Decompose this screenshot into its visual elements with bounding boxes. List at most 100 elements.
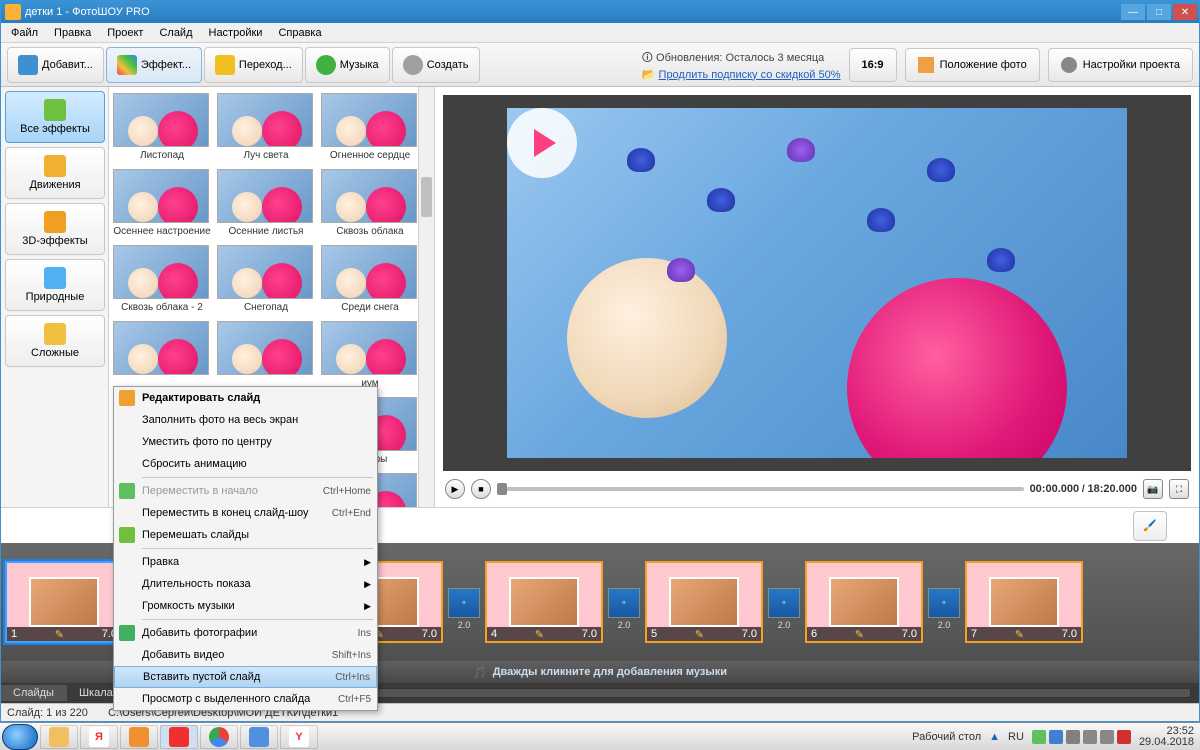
camera-icon — [18, 55, 38, 75]
fullscreen-button[interactable]: ⛶ — [1169, 479, 1189, 499]
ctx-item[interactable]: Громкость музыки▶ — [114, 595, 377, 617]
tab-transitions[interactable]: Переход... — [204, 47, 303, 83]
clock[interactable]: 23:5229.04.2018 — [1139, 726, 1194, 748]
transition[interactable]: ◦2.0 — [927, 574, 961, 630]
ctx-item[interactable]: Переместить в конец слайд-шоуCtrl+End — [114, 502, 377, 524]
transition[interactable]: ◦2.0 — [767, 574, 801, 630]
effect-item[interactable]: Среди снега — [321, 245, 419, 319]
effect-item[interactable]: Луч света — [217, 93, 315, 167]
cat-motion[interactable]: Движения — [5, 147, 105, 199]
task-yandex[interactable]: Я — [80, 725, 118, 749]
play-overlay-button[interactable] — [507, 108, 577, 178]
ctx-item[interactable]: Сбросить анимацию — [114, 453, 377, 475]
tab-effects[interactable]: Эффект... — [106, 47, 202, 83]
star-icon — [215, 55, 235, 75]
menu-help[interactable]: Справка — [270, 25, 329, 41]
snapshot-button[interactable]: 📷 — [1143, 479, 1163, 499]
transition[interactable]: ◦2.0 — [447, 574, 481, 630]
menu-file[interactable]: Файл — [3, 25, 46, 41]
cat-all-effects[interactable]: Все эффекты — [5, 91, 105, 143]
minimize-button[interactable]: — — [1121, 4, 1145, 20]
updates-info: 🛈 Обновления: Осталось 3 месяца 📂 Продли… — [642, 49, 841, 81]
effect-item[interactable] — [217, 321, 315, 395]
close-button[interactable]: ✕ — [1173, 4, 1197, 20]
ctx-item[interactable]: Редактировать слайд — [114, 387, 377, 409]
menu-settings[interactable]: Настройки — [201, 25, 271, 41]
timeline-slide[interactable]: 4✎7.0 — [485, 561, 603, 643]
effect-item[interactable]: Огненное сердце — [321, 93, 419, 167]
slide-counter: Слайд: 1 из 220 — [7, 707, 88, 719]
effect-item[interactable]: Осеннее настроение — [113, 169, 211, 243]
photo-position-button[interactable]: Положение фото — [905, 48, 1040, 82]
show-desktop[interactable]: Рабочий стол — [912, 731, 981, 743]
tab-music[interactable]: Музыка — [305, 47, 390, 83]
task-ybrowser[interactable]: Y — [280, 725, 318, 749]
tray-icons[interactable] — [1032, 730, 1131, 744]
menu-project[interactable]: Проект — [99, 25, 151, 41]
preview-pane: ▶ ■ 00:00.000 / 18:20.000 📷 ⛶ — [435, 87, 1199, 507]
timeline-slide[interactable]: 1✎7.0 — [5, 561, 123, 643]
seek-slider[interactable] — [497, 487, 1024, 491]
ctx-item[interactable]: Вставить пустой слайдCtrl+Ins — [114, 666, 377, 688]
task-notepad[interactable] — [240, 725, 278, 749]
image-icon — [918, 57, 934, 73]
cube-icon — [44, 211, 66, 233]
start-button[interactable] — [2, 724, 38, 750]
ctx-item[interactable]: Правка▶ — [114, 551, 377, 573]
ctx-item[interactable]: Добавить фотографииIns — [114, 622, 377, 644]
aspect-ratio-button[interactable]: 16:9 — [849, 48, 897, 82]
task-photoshow[interactable] — [160, 725, 198, 749]
cat-nature[interactable]: Природные — [5, 259, 105, 311]
window-title: детки 1 - ФотоШОУ PRO — [25, 6, 150, 18]
task-explorer[interactable] — [40, 725, 78, 749]
palette-icon — [117, 55, 137, 75]
tab-add[interactable]: Добавит... — [7, 47, 104, 83]
effect-item[interactable] — [113, 321, 211, 395]
scrollbar[interactable] — [418, 87, 434, 507]
ctx-item[interactable]: Заполнить фото на весь экран — [114, 409, 377, 431]
maximize-button[interactable]: □ — [1147, 4, 1171, 20]
transition[interactable]: ◦2.0 — [607, 574, 641, 630]
menu-slide[interactable]: Слайд — [151, 25, 200, 41]
renew-link[interactable]: Продлить подписку со скидкой 50% — [659, 69, 841, 81]
effect-item[interactable]: иум — [321, 321, 419, 395]
ctx-item[interactable]: Просмотр с выделенного слайдаCtrl+F5 — [114, 688, 377, 710]
context-menu: Редактировать слайдЗаполнить фото на вес… — [113, 386, 378, 711]
tab-slides[interactable]: Слайды — [1, 685, 67, 701]
cat-complex[interactable]: Сложные — [5, 315, 105, 367]
ctx-item[interactable]: Уместить фото по центру — [114, 431, 377, 453]
ctx-item[interactable]: Добавить видеоShift+Ins — [114, 644, 377, 666]
lang-indicator[interactable]: RU — [1008, 731, 1024, 743]
tab-create[interactable]: Создать — [392, 47, 480, 83]
category-sidebar: Все эффекты Движения 3D-эффекты Природны… — [1, 87, 109, 507]
timeline-slide[interactable]: 7✎7.0 — [965, 561, 1083, 643]
scrollbar-thumb[interactable] — [421, 177, 432, 217]
stop-button[interactable]: ■ — [471, 479, 491, 499]
effect-item[interactable]: Сквозь облака — [321, 169, 419, 243]
toolbar: Добавит... Эффект... Переход... Музыка С… — [1, 43, 1199, 87]
play-button[interactable]: ▶ — [445, 479, 465, 499]
task-chrome[interactable] — [200, 725, 238, 749]
music-icon — [316, 55, 336, 75]
gear-icon — [403, 55, 423, 75]
task-app1[interactable] — [120, 725, 158, 749]
effect-item[interactable]: Осенние листья — [217, 169, 315, 243]
effect-item[interactable]: Сквозь облака - 2 — [113, 245, 211, 319]
taskbar: Я Y Рабочий стол ▲ RU 23:5229.04.2018 — [0, 722, 1200, 750]
timeline-slide[interactable]: 6✎7.0 — [805, 561, 923, 643]
ctx-item[interactable]: Перемешать слайды — [114, 524, 377, 546]
puzzle-icon — [44, 99, 66, 121]
effect-item[interactable]: Листопад — [113, 93, 211, 167]
timeline-slide[interactable]: 5✎7.0 — [645, 561, 763, 643]
timecode: 00:00.000 / 18:20.000 — [1030, 483, 1137, 495]
ctx-item: Переместить в началоCtrl+Home — [114, 480, 377, 502]
effect-item[interactable]: Снегопад — [217, 245, 315, 319]
ctx-item[interactable]: Длительность показа▶ — [114, 573, 377, 595]
brush-button[interactable]: 🖌️ — [1133, 511, 1167, 541]
preview-area[interactable] — [443, 95, 1191, 471]
menu-edit[interactable]: Правка — [46, 25, 99, 41]
titlebar: детки 1 - ФотоШОУ PRO — □ ✕ — [1, 1, 1199, 23]
cat-3d[interactable]: 3D-эффекты — [5, 203, 105, 255]
project-settings-button[interactable]: Настройки проекта — [1048, 48, 1193, 82]
menubar: Файл Правка Проект Слайд Настройки Справ… — [1, 23, 1199, 43]
